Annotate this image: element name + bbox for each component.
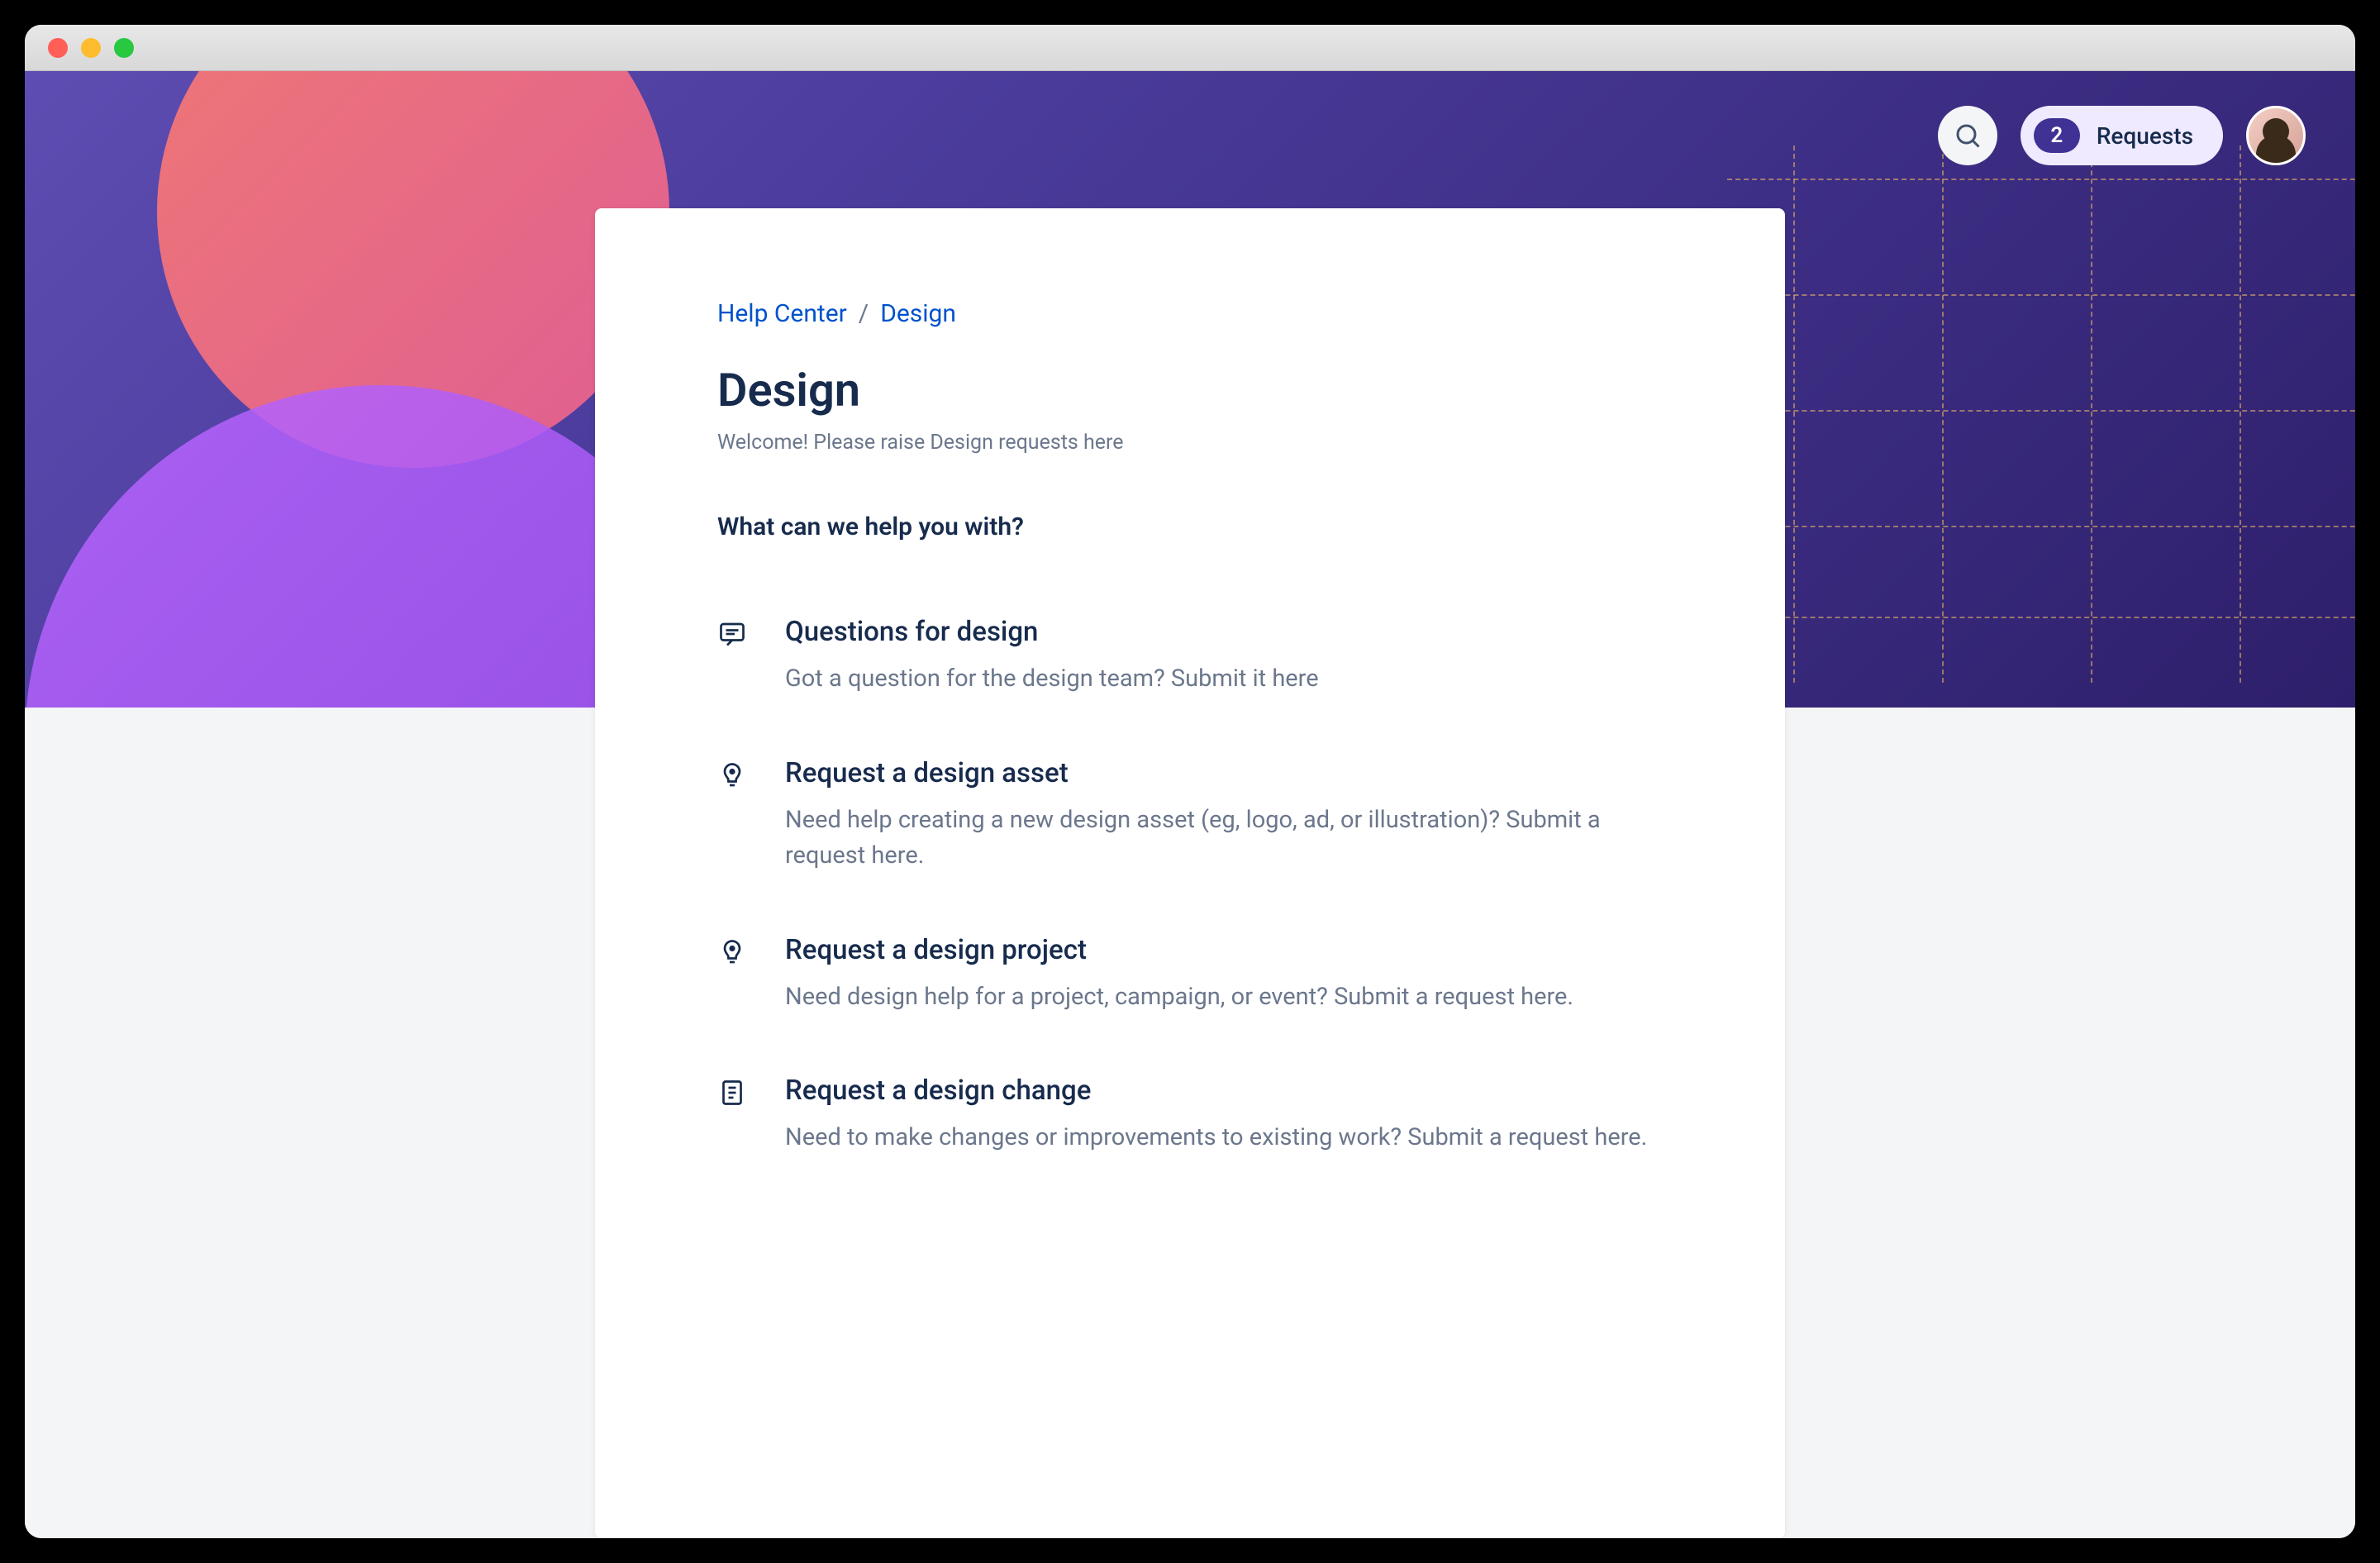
request-type-list: Questions for design Got a question for … (717, 616, 1663, 1156)
requests-count-badge: 2 (2034, 118, 2080, 153)
request-title: Request a design change (785, 1075, 1663, 1107)
lightbulb-icon (717, 760, 750, 793)
window-maximize-button[interactable] (114, 38, 134, 58)
window-minimize-button[interactable] (81, 38, 101, 58)
user-avatar[interactable] (2246, 106, 2306, 165)
request-type-project[interactable]: Request a design project Need design hel… (717, 934, 1663, 1016)
breadcrumb-separator: / (859, 299, 869, 328)
request-title: Questions for design (785, 616, 1663, 648)
request-type-questions[interactable]: Questions for design Got a question for … (717, 616, 1663, 698)
breadcrumb-current-link[interactable]: Design (880, 299, 956, 328)
requests-label: Requests (2097, 122, 2193, 150)
request-description: Need help creating a new design asset (e… (785, 803, 1663, 874)
page-subtitle: Welcome! Please raise Design requests he… (717, 431, 1663, 455)
section-heading: What can we help you with? (717, 512, 1663, 541)
top-controls: 2 Requests (1938, 106, 2306, 165)
request-type-change[interactable]: Request a design change Need to make cha… (717, 1075, 1663, 1156)
lightbulb-icon (717, 937, 750, 970)
app-body: 2 Requests Help Center / Design Design W… (25, 71, 2355, 1538)
breadcrumb: Help Center / Design (717, 299, 1663, 328)
window-close-button[interactable] (48, 38, 68, 58)
request-content: Questions for design Got a question for … (785, 616, 1663, 698)
request-type-asset[interactable]: Request a design asset Need help creatin… (717, 757, 1663, 874)
chat-icon (717, 619, 750, 652)
request-title: Request a design project (785, 934, 1663, 966)
request-description: Got a question for the design team? Subm… (785, 661, 1663, 698)
requests-button[interactable]: 2 Requests (2021, 106, 2223, 165)
request-description: Need design help for a project, campaign… (785, 979, 1663, 1016)
app-window: 2 Requests Help Center / Design Design W… (25, 25, 2355, 1538)
main-content-card: Help Center / Design Design Welcome! Ple… (595, 208, 1785, 1538)
request-title: Request a design asset (785, 757, 1663, 789)
search-button[interactable] (1938, 106, 1997, 165)
document-icon (717, 1078, 750, 1111)
request-description: Need to make changes or improvements to … (785, 1120, 1663, 1156)
page-title: Design (717, 363, 1663, 417)
request-content: Request a design change Need to make cha… (785, 1075, 1663, 1156)
window-title-bar (25, 25, 2355, 71)
breadcrumb-root-link[interactable]: Help Center (717, 299, 847, 328)
request-content: Request a design project Need design hel… (785, 934, 1663, 1016)
search-icon (1953, 121, 1983, 150)
request-content: Request a design asset Need help creatin… (785, 757, 1663, 874)
decorative-grid (1727, 145, 2355, 683)
